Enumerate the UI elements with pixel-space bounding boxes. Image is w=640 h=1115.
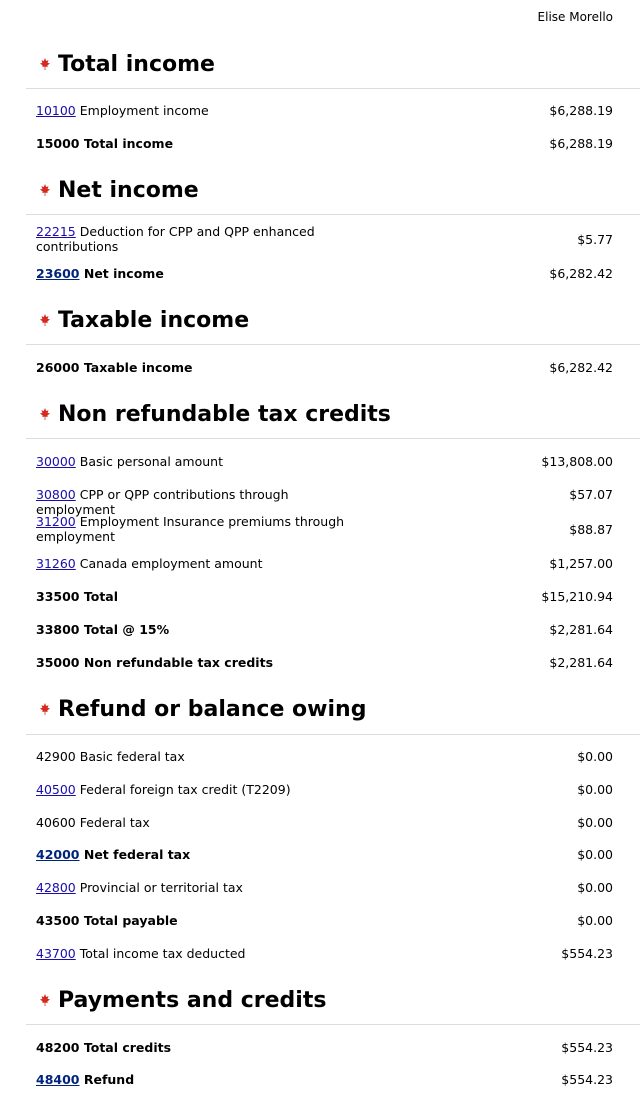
line-label: Basic personal amount bbox=[79, 454, 223, 469]
line-code: 33800 bbox=[36, 622, 80, 637]
line-label: Total payable bbox=[83, 913, 178, 928]
line-label: Basic federal tax bbox=[79, 749, 185, 764]
section-divider bbox=[26, 1024, 640, 1025]
section-heading: Taxable income bbox=[38, 304, 249, 336]
line-code-link[interactable]: 31260 bbox=[36, 556, 76, 571]
line-code-link[interactable]: 48400 bbox=[36, 1072, 80, 1087]
line-code-link[interactable]: 30000 bbox=[36, 454, 76, 469]
section-title: Payments and credits bbox=[58, 987, 327, 1013]
line-code: 40600 bbox=[36, 815, 76, 830]
line-amount: $554.23 bbox=[561, 946, 613, 961]
line-label: Federal tax bbox=[79, 815, 150, 830]
line-code-link[interactable]: 31200 bbox=[36, 514, 76, 529]
section-title: Taxable income bbox=[58, 307, 250, 333]
line-code-link[interactable]: 23600 bbox=[36, 266, 80, 281]
line-label: Canada employment amount bbox=[79, 556, 263, 571]
line-amount: $88.87 bbox=[569, 522, 613, 537]
line-code: 15000 bbox=[36, 136, 80, 151]
line-amount: $554.23 bbox=[561, 1072, 613, 1087]
line-label: Total income tax deducted bbox=[79, 946, 246, 961]
section-title: Total income bbox=[58, 51, 215, 77]
line-label: Net income bbox=[83, 266, 164, 281]
line-amount: $0.00 bbox=[577, 815, 613, 830]
maple-leaf-icon bbox=[40, 703, 50, 715]
line-amount: $1,257.00 bbox=[549, 556, 613, 571]
maple-leaf-icon bbox=[40, 184, 50, 196]
line-code: 48200 bbox=[36, 1040, 80, 1055]
section-divider bbox=[26, 344, 640, 345]
line-code-link[interactable]: 22215 bbox=[36, 224, 76, 239]
section-divider bbox=[26, 734, 640, 735]
line-code: 26000 bbox=[36, 360, 80, 375]
maple-leaf-icon bbox=[40, 58, 50, 70]
section-heading: Non refundable tax credits bbox=[38, 398, 391, 430]
line-label: Taxable income bbox=[83, 360, 193, 375]
line-code-link[interactable]: 10100 bbox=[36, 103, 76, 118]
maple-leaf-icon bbox=[40, 408, 50, 420]
section-divider bbox=[26, 438, 640, 439]
line-amount: $13,808.00 bbox=[541, 454, 613, 469]
section-title: Refund or balance owing bbox=[58, 696, 367, 722]
line-amount: $57.07 bbox=[569, 487, 613, 502]
section-heading: Net income bbox=[38, 174, 199, 206]
section-heading: Total income bbox=[38, 48, 215, 80]
line-amount: $2,281.64 bbox=[549, 622, 613, 637]
line-amount: $6,288.19 bbox=[549, 136, 613, 151]
line-amount: $5.77 bbox=[577, 232, 613, 247]
user-name: Elise Morello bbox=[537, 10, 613, 24]
line-code: 42900 bbox=[36, 749, 76, 764]
line-label: Refund bbox=[83, 1072, 135, 1087]
line-label: Deduction for CPP and QPP enhanced contr… bbox=[36, 224, 315, 254]
line-code-link[interactable]: 30800 bbox=[36, 487, 76, 502]
maple-leaf-icon bbox=[40, 314, 50, 326]
section-heading: Payments and credits bbox=[38, 984, 326, 1016]
line-label: Employment income bbox=[79, 103, 209, 118]
section-divider bbox=[26, 88, 640, 89]
line-label: Total credits bbox=[83, 1040, 172, 1055]
line-amount: $6,282.42 bbox=[549, 360, 613, 375]
section-title: Non refundable tax credits bbox=[58, 401, 391, 427]
line-label: Provincial or territorial tax bbox=[79, 880, 243, 895]
section-title: Net income bbox=[58, 177, 199, 203]
line-code-link[interactable]: 42000 bbox=[36, 847, 80, 862]
line-amount: $6,288.19 bbox=[549, 103, 613, 118]
line-amount: $0.00 bbox=[577, 880, 613, 895]
line-label: Net federal tax bbox=[83, 847, 191, 862]
line-code: 35000 bbox=[36, 655, 80, 670]
line-label: Federal foreign tax credit (T2209) bbox=[79, 782, 291, 797]
line-label: Non refundable tax credits bbox=[83, 655, 274, 670]
line-label: Total bbox=[83, 589, 119, 604]
section-heading: Refund or balance owing bbox=[38, 693, 366, 725]
maple-leaf-icon bbox=[40, 994, 50, 1006]
section-divider bbox=[26, 214, 640, 215]
line-amount: $6,282.42 bbox=[549, 266, 613, 281]
line-amount: $2,281.64 bbox=[549, 655, 613, 670]
line-amount: $0.00 bbox=[577, 847, 613, 862]
line-amount: $0.00 bbox=[577, 782, 613, 797]
line-label: Employment Insurance premiums through em… bbox=[36, 514, 345, 544]
line-amount: $0.00 bbox=[577, 749, 613, 764]
line-amount: $15,210.94 bbox=[541, 589, 613, 604]
line-label: Total income bbox=[83, 136, 174, 151]
line-label: Total @ 15% bbox=[83, 622, 170, 637]
line-code: 43500 bbox=[36, 913, 80, 928]
line-code-link[interactable]: 42800 bbox=[36, 880, 76, 895]
line-amount: $554.23 bbox=[561, 1040, 613, 1055]
line-code: 33500 bbox=[36, 589, 80, 604]
line-code-link[interactable]: 43700 bbox=[36, 946, 76, 961]
line-amount: $0.00 bbox=[577, 913, 613, 928]
line-code-link[interactable]: 40500 bbox=[36, 782, 76, 797]
